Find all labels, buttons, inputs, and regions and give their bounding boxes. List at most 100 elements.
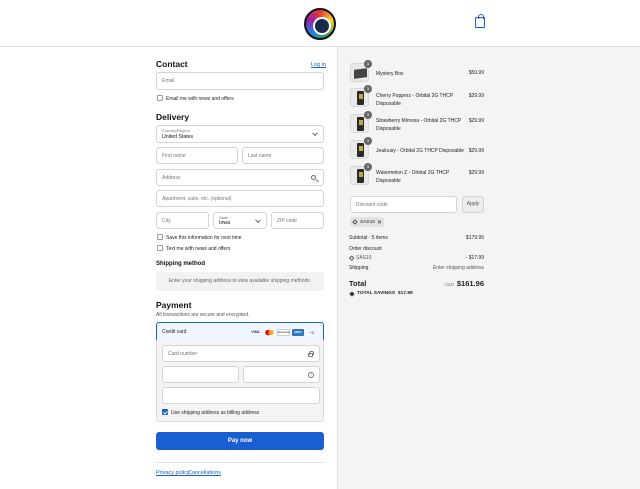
shipping-method-title: Shipping method	[156, 261, 205, 267]
product-image-vape: 1	[350, 137, 372, 159]
zip-placeholder: ZIP code	[277, 217, 297, 224]
delivery-title: Delivery	[156, 112, 190, 122]
total-label: Total	[349, 279, 367, 288]
item-name: Jealousy - Orbital 2G THCP Disposable	[376, 148, 464, 154]
item-name: Watermelon Z - Orbital 2G THCP Disposabl…	[376, 170, 450, 184]
item-name: Strawberry Mimosa - Orbital 2G THCP Disp…	[376, 118, 462, 132]
total-savings-value: $17.99	[398, 291, 413, 296]
zip-field[interactable]: ZIP code	[271, 212, 324, 229]
tag-icon	[352, 219, 358, 225]
credit-card-option[interactable]: Credit card VISA DISCOVER AMEX +5	[156, 322, 324, 341]
name-on-card-field[interactable]	[162, 387, 320, 404]
applied-discount-chip: SAS10 ✕	[350, 217, 384, 227]
order-discount-label: Order discount	[349, 246, 382, 252]
apply-button[interactable]: Apply	[462, 196, 484, 213]
order-summary-panel	[337, 47, 640, 489]
billing-address-checkbox[interactable]	[162, 409, 168, 415]
shipping-method-box: Enter your shipping address to view avai…	[156, 272, 324, 291]
applied-code: SAS10	[360, 219, 375, 225]
country-label: Country/Region	[162, 128, 190, 133]
shopping-bag-icon	[475, 14, 485, 28]
item-price: $29.99	[468, 148, 484, 154]
footer-divider	[156, 462, 324, 463]
last-name-placeholder: Last name	[248, 152, 272, 159]
save-info-label: Save this information for next time	[166, 234, 242, 241]
shipping-method-message: Enter your shipping address to view avai…	[168, 278, 312, 284]
pay-now-button[interactable]: Pay now	[156, 432, 324, 450]
amex-icon: AMEX	[292, 329, 304, 336]
subtotal-label: Subtotal · 5 items	[349, 235, 388, 241]
quantity-badge: 1	[364, 60, 372, 68]
item-price: $29.99	[468, 118, 484, 124]
quantity-badge: 1	[364, 85, 372, 93]
email-field[interactable]: Email	[156, 72, 324, 90]
product-image-vape: 1	[350, 163, 372, 185]
city-field[interactable]: City	[156, 212, 209, 229]
search-icon	[311, 175, 316, 180]
product-image-mystery-box: 1	[350, 60, 372, 82]
billing-address-label: Use shipping address as billing address	[171, 409, 260, 416]
apartment-field[interactable]: Apartment, suite, etc. (optional)	[156, 190, 324, 207]
payment-subtitle: All transactions are secure and encrypte…	[156, 312, 250, 318]
country-value: United States	[162, 134, 194, 140]
product-image-vape: 1	[350, 111, 372, 133]
quantity-badge: 1	[364, 111, 372, 119]
subtotal-value: $179.95	[465, 235, 484, 241]
text-news-checkbox[interactable]	[157, 245, 163, 251]
privacy-policy-link[interactable]: Privacy policy	[156, 470, 190, 476]
item-name: Cherry Popperz - Orbital 2G THCP Disposa…	[376, 93, 454, 107]
card-number-placeholder: Card number	[168, 350, 198, 357]
lock-icon	[308, 351, 314, 357]
apartment-placeholder: Apartment, suite, etc. (optional)	[162, 195, 232, 202]
shipping-label: Shipping	[349, 265, 369, 271]
city-placeholder: City	[162, 217, 171, 224]
card-number-field[interactable]: Card number	[162, 345, 320, 362]
total-value: $161.96	[456, 279, 484, 288]
discover-icon: DISCOVER	[277, 329, 290, 336]
product-image-vape: 1	[350, 85, 372, 107]
text-news-label: Text me with news and offers	[166, 245, 231, 252]
email-placeholder: Email	[162, 78, 175, 84]
item-price: $29.99	[468, 93, 484, 99]
address-placeholder: Address	[162, 174, 181, 181]
first-name-field[interactable]: First name	[156, 147, 238, 164]
visa-icon: VISA	[251, 330, 260, 334]
cancellations-link[interactable]: Cancellations	[188, 470, 221, 476]
discount-code-field[interactable]: Discount code	[350, 196, 457, 213]
news-label: Email me with news and offers	[166, 95, 234, 102]
remove-discount-icon[interactable]: ✕	[377, 219, 382, 226]
discount-placeholder: Discount code	[356, 201, 388, 208]
chevron-down-icon	[255, 216, 261, 223]
payment-title: Payment	[156, 300, 192, 310]
security-code-field[interactable]: ?	[243, 366, 320, 383]
shipping-value: Enter shipping address	[432, 265, 484, 271]
state-value: Iowa	[219, 220, 230, 226]
currency-label: USD	[444, 282, 454, 287]
expiration-field[interactable]	[162, 366, 239, 383]
state-select[interactable]: State Iowa	[213, 212, 267, 229]
discount-code: SAS10	[356, 255, 372, 261]
discount-value: - $17.99	[465, 255, 484, 261]
contact-title: Contact	[156, 59, 188, 69]
header	[0, 0, 640, 47]
total-savings-label: TOTAL SAVINGS	[357, 291, 396, 296]
quantity-badge: 1	[364, 163, 372, 171]
first-name-placeholder: First name	[162, 152, 186, 159]
country-select[interactable]: Country/Region United States	[156, 125, 324, 143]
item-price: $29.99	[468, 170, 484, 176]
save-info-checkbox[interactable]	[157, 234, 163, 240]
more-cards-badge: +5	[309, 330, 315, 335]
cart-link[interactable]	[470, 12, 490, 32]
address-field[interactable]: Address	[156, 169, 324, 186]
chevron-down-icon	[312, 130, 318, 137]
item-name: Mystery Box	[376, 71, 404, 77]
last-name-field[interactable]: Last name	[242, 147, 324, 164]
login-link[interactable]: Log in	[311, 62, 326, 68]
credit-card-label: Credit card	[162, 329, 187, 335]
brand-logo[interactable]	[304, 8, 336, 40]
mastercard-icon	[264, 329, 275, 336]
help-icon[interactable]: ?	[308, 372, 314, 378]
item-price: $59.99	[468, 70, 484, 76]
quantity-badge: 1	[364, 137, 372, 145]
news-checkbox[interactable]	[157, 95, 163, 101]
